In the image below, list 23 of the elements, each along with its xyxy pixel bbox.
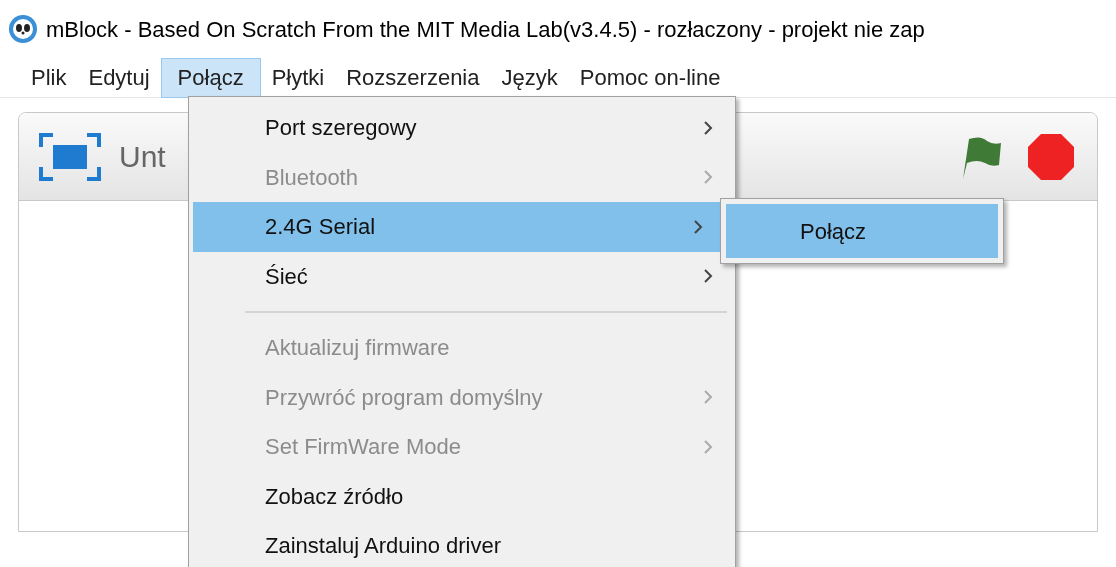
chevron-right-icon xyxy=(693,218,703,235)
menu-item[interactable]: Port szeregowy xyxy=(193,103,731,153)
window-title: mBlock - Based On Scratch From the MIT Media Lab(v3.4.5) - rozłaczony - projekt nie zap xyxy=(46,15,925,44)
chevron-right-icon xyxy=(703,268,713,285)
menu-bar-item[interactable]: Połącz xyxy=(160,57,261,98)
menu-bar-item[interactable]: Pomoc on-line xyxy=(568,57,732,98)
menu-bar-item[interactable]: Plik xyxy=(20,57,78,98)
menu-item[interactable]: 2.4G Serial xyxy=(193,202,721,252)
menu-bar-item[interactable]: Rozszerzenia xyxy=(335,57,491,98)
chevron-right-icon xyxy=(703,169,713,186)
menu-item[interactable]: Zobacz źródło xyxy=(193,471,731,521)
menu-bar-item[interactable]: Płytki xyxy=(260,57,336,98)
chevron-right-icon xyxy=(703,438,713,455)
menu-item[interactable]: Zainstaluj Arduino driver xyxy=(193,521,731,567)
fullscreen-icon[interactable] xyxy=(39,132,101,181)
project-title: Unt xyxy=(119,139,166,175)
chevron-right-icon xyxy=(703,389,713,406)
submenu-item[interactable]: Połącz xyxy=(726,204,998,258)
stop-icon[interactable] xyxy=(1027,132,1075,181)
menu-bar-item[interactable]: Edytuj xyxy=(77,57,161,98)
chevron-right-icon xyxy=(703,119,713,136)
panda-logo-icon xyxy=(8,14,38,44)
menu-bar-item[interactable]: Język xyxy=(490,57,569,98)
